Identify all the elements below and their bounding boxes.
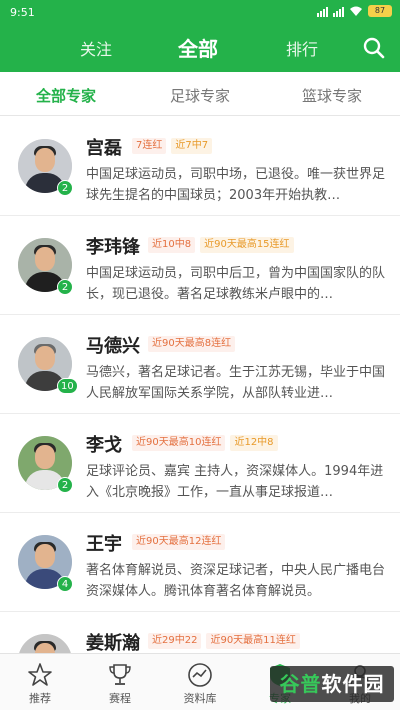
tab-follow[interactable]: 关注 [80,36,112,60]
expert-name: 马德兴 [86,336,140,357]
streak-tag: 近90天最高10连红 [132,435,226,451]
search-icon[interactable] [362,36,386,60]
nav-recommend[interactable]: 推荐 [10,662,70,706]
expert-description: 中国足球运动员，司职中后卫，曾为中国国家队的队长，现已退役。著名足球教练米卢眼中… [86,266,386,302]
nav-schedule[interactable]: 赛程 [90,662,150,706]
nav-label: 赛程 [109,692,131,705]
streak-tag: 近90天最高8连红 [148,336,236,352]
count-badge: 2 [57,279,73,295]
record-tag: 近7中7 [171,138,213,154]
nav-label: 推荐 [29,692,51,705]
subtab-basketball-experts[interactable]: 篮球专家 [302,85,362,106]
status-time: 9:51 [10,6,35,19]
sub-tabs: 全部专家 足球专家 篮球专家 [0,72,400,116]
expert-item[interactable]: 2 宫磊 7连红 近7中7 中国足球运动员，司职中场，已退役。唯一获世界足球先生… [0,117,400,216]
record-tag: 近12中8 [230,435,278,451]
status-icons: 87 [317,5,392,17]
count-badge: 2 [57,477,73,493]
nav-label: 资料库 [183,692,217,705]
count-badge: 10 [57,378,78,394]
tab-ranking[interactable]: 排行 [286,36,318,60]
streak-tag: 7连红 [132,138,167,154]
expert-name: 李戈 [86,435,122,456]
expert-item[interactable]: 2 李玮锋 近10中8 近90天最高15连红 中国足球运动员，司职中后卫，曾为中… [0,216,400,315]
expert-item[interactable]: 2 李戈 近90天最高10连红 近12中8 足球评论员、嘉宾 主持人，资深媒体人… [0,414,400,513]
signal-icon [317,6,328,17]
signal-icon-2 [333,6,344,17]
count-badge: 4 [57,576,73,592]
expert-list: 2 宫磊 7连红 近7中7 中国足球运动员，司职中场，已退役。唯一获世界足球先生… [0,117,400,653]
expert-description: 中国足球运动员，司职中场，已退役。唯一获世界足球先生提名的中国球员；2003年开… [86,167,386,203]
star-icon [28,663,52,686]
chart-circle-icon [188,663,212,687]
trophy-icon [109,664,131,685]
expert-name: 李玮锋 [86,237,140,258]
tag-group: 近10中8 近90天最高15连红 [148,237,294,253]
streak-tag: 近90天最高12连红 [132,534,226,550]
nav-database[interactable]: 资料库 [170,662,230,706]
avatar [18,634,72,653]
expert-name: 王宇 [86,534,122,555]
watermark-logo: 谷普软件园 [270,666,394,702]
wifi-icon [350,6,362,16]
expert-item[interactable]: 姜斯瀚 近29中22 近90天最高11连红 [0,612,400,653]
record-tag: 近29中22 [148,633,202,649]
tag-group: 7连红 近7中7 [132,138,213,154]
expert-name: 宫磊 [86,138,122,159]
expert-description: 著名体育解说员、资深足球记者，中央人民广播电台资深媒体人。腾讯体育著名体育解说员… [86,563,386,599]
tag-group: 近90天最高12连红 [132,534,226,550]
battery-icon: 87 [368,5,392,17]
tag-group: 近90天最高10连红 近12中8 [132,435,278,451]
tab-all[interactable]: 全部 [178,33,218,62]
streak-tag: 近90天最高15连红 [200,237,294,253]
subtab-all-experts[interactable]: 全部专家 [36,85,96,106]
tag-group: 近90天最高8连红 [148,336,236,352]
streak-tag: 近90天最高11连红 [206,633,300,649]
app-header: 9:51 87 关注 全部 排行 [0,0,400,72]
expert-description: 足球评论员、嘉宾 主持人，资深媒体人。1994年进入《北京晚报》工作，一直从事足… [86,464,384,500]
expert-item[interactable]: 4 王宇 近90天最高12连红 著名体育解说员、资深足球记者，中央人民广播电台资… [0,513,400,612]
subtab-football-experts[interactable]: 足球专家 [170,85,230,106]
count-badge: 2 [57,180,73,196]
top-nav: 关注 全部 排行 [0,26,400,72]
status-bar: 9:51 87 [0,0,400,26]
expert-description: 马德兴，著名足球记者。生于江苏无锡，毕业于中国人民解放军国际关系学院，从部队转业… [86,365,386,401]
expert-item[interactable]: 10 马德兴 近90天最高8连红 马德兴，著名足球记者。生于江苏无锡，毕业于中国… [0,315,400,414]
tag-group: 近29中22 近90天最高11连红 [148,633,300,649]
record-tag: 近10中8 [148,237,196,253]
expert-name: 姜斯瀚 [86,633,140,653]
